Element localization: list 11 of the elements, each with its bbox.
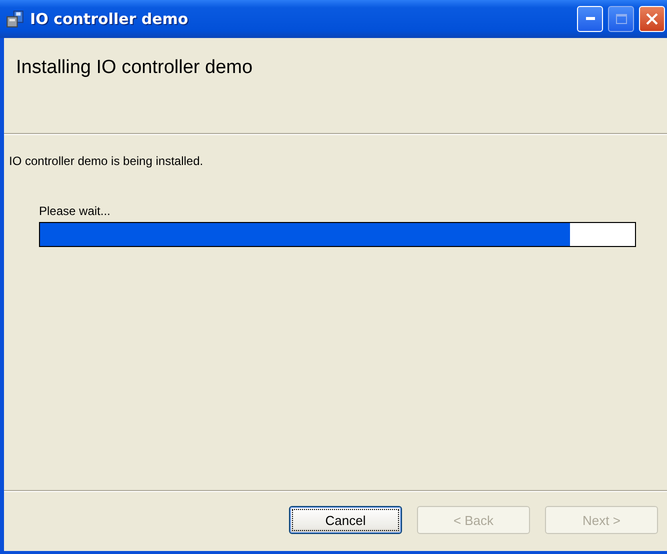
minimize-icon — [586, 17, 594, 21]
minimize-button[interactable] — [577, 6, 603, 32]
status-message: IO controller demo is being installed. — [9, 154, 204, 168]
close-icon — [646, 13, 658, 25]
installer-icon — [6, 10, 24, 28]
window-title: IO controller demo — [30, 10, 190, 28]
page-heading: Installing IO controller demo — [16, 57, 253, 78]
progress-label: Please wait... — [39, 204, 110, 218]
maximize-icon — [616, 14, 626, 24]
dialog-button[interactable]: Cancel — [289, 506, 402, 534]
close-button[interactable] — [639, 6, 665, 32]
